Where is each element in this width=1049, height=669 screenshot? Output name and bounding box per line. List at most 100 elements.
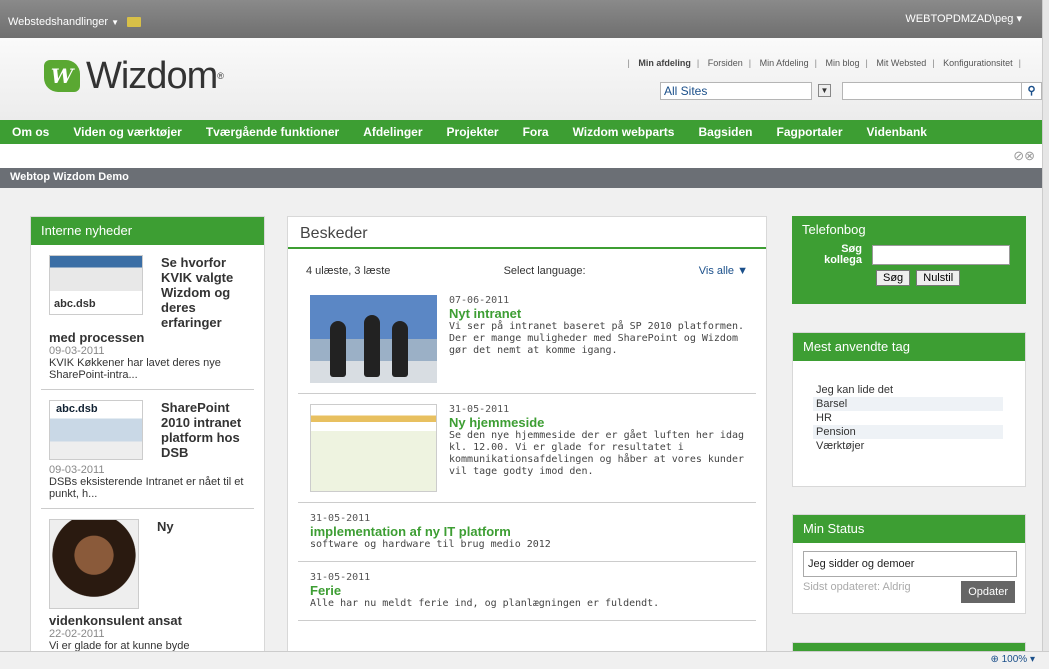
nav-wizdom-webparts[interactable]: Wizdom webparts [561,125,687,139]
message-text: Se den nye hjemmeside der er gået luften… [449,430,745,477]
news-panel-title: Interne nyheder [31,217,264,245]
message-title[interactable]: Ny hjemmeside [449,415,746,430]
site-actions-label: Webstedshandlinger [8,16,109,28]
search-colleague-label: Søg kollega [824,243,862,266]
messages-panel: Beskeder 4 ulæste, 3 læste Select langua… [287,216,767,656]
message-item[interactable]: 31-05-2011 Ferie Alle har nu meldt ferie… [298,562,756,621]
top-navigation: Om os Viden og værktøjer Tværgående funk… [0,120,1042,144]
view-all-label: Vis alle [698,265,735,277]
tags-panel: Mest anvendte tag Jeg kan lide det Barse… [792,332,1026,487]
logo-text: Wizdom [86,54,218,97]
header: W Wizdom ® | Min afdeling | Forsiden | Min … [0,38,1042,120]
news-item[interactable]: abc.dsb Se hvorfor KVIK valgte Wizdom og… [41,245,254,390]
tags-title: Mest anvendte tag [793,333,1025,361]
news-thumbnail[interactable] [49,519,139,609]
search-icon[interactable]: ⚲ [1022,82,1042,100]
news-item[interactable]: abc.dsb SharePoint 2010 intranet platfor… [41,390,254,509]
toplink-min-afdeling-2[interactable]: Min Afdeling [760,58,809,68]
note-icon[interactable]: ⊗ [1024,148,1035,163]
messages-panel-title: Beskeder [288,217,766,249]
top-links: | Min afdeling | Forsiden | Min Afdeling | … [627,58,1021,68]
message-title[interactable]: Ferie [310,583,659,598]
view-all-button[interactable]: Vis alle ▼ [699,265,748,277]
thumbnail-caption: abc.dsb [56,403,98,415]
site-actions-menu[interactable]: Webstedshandlinger ▼ [8,16,142,28]
tag-item[interactable]: HR [813,411,1003,425]
message-title[interactable]: implementation af ny IT platform [310,524,551,539]
news-date: 22-02-2011 [49,628,105,640]
news-summary: KVIK Køkkener har lavet deres nye ShareP… [49,357,221,381]
search-scope-value: All Sites [664,84,708,98]
tag-list: Jeg kan lide det Barsel HR Pension Værkt… [793,361,1025,453]
message-date: 07-06-2011 [449,295,510,306]
nav-afdelinger[interactable]: Afdelinger [351,125,434,139]
nav-om-os[interactable]: Om os [0,125,61,139]
message-text: Alle har nu meldt ferie ind, og planlægn… [310,598,660,609]
reset-button[interactable]: Nulstil [916,270,961,286]
news-date: 09-03-2011 [49,345,105,357]
tag-item[interactable]: Barsel [813,397,1003,411]
status-title: Min Status [793,515,1025,543]
message-item[interactable]: 07-06-2011 Nyt intranet Vi ser på intran… [298,285,756,394]
tag-item[interactable]: Jeg kan lide det [813,383,1003,397]
news-panel: Interne nyheder abc.dsb Se hvorfor KVIK … [30,216,265,656]
tag-icon[interactable]: ⊘ [1013,148,1024,163]
user-menu[interactable]: WEBTOPDMZAD\peg ▾ [905,12,1022,25]
status-input[interactable] [803,551,1017,577]
wizdom-logo-icon: W [44,60,80,92]
news-thumbnail[interactable]: abc.dsb [49,400,143,460]
messages-meta: 4 ulæste, 3 læste Select language: Vis a… [288,249,766,285]
phonebook-panel: Telefonbog Søg kollega Søg Nulstil [792,216,1026,304]
user-name: WEBTOPDMZAD\peg [905,13,1014,25]
search-scope-select[interactable]: All Sites ▼ [660,82,831,100]
folder-icon[interactable] [127,17,142,28]
toplink-mit-websted[interactable]: Mit Websted [876,58,926,68]
search-input[interactable] [842,82,1022,100]
page-tools: ⊘⊗ [1013,148,1035,164]
browser-status-bar: ⊕ 100% ▾ [0,651,1049,669]
phonebook-title: Telefonbog [792,216,1026,242]
zoom-level[interactable]: 100% [1002,654,1028,665]
toplink-min-blog[interactable]: Min blog [826,58,860,68]
search-area: All Sites ▼ ⚲ [660,82,1042,100]
message-item[interactable]: 31-05-2011 implementation af ny IT platf… [298,503,756,562]
news-thumbnail[interactable]: abc.dsb [49,255,143,315]
tag-item[interactable]: Pension [813,425,1003,439]
thumbnail-caption: abc.dsb [54,298,96,310]
nav-fagportaler[interactable]: Fagportaler [765,125,855,139]
tag-item[interactable]: Værktøjer [813,439,1003,453]
update-status-button[interactable]: Opdater [961,581,1015,603]
message-date: 31-05-2011 [449,404,510,415]
site-actions-bar: Webstedshandlinger ▼ WEBTOPDMZAD\peg ▾ [0,0,1042,38]
main-content: Interne nyheder abc.dsb Se hvorfor KVIK … [0,188,1042,663]
nav-projekter[interactable]: Projekter [435,125,511,139]
registered-icon: ® [217,71,224,81]
message-text: Vi ser på intranet baseret på SP 2010 pl… [449,321,745,356]
zoom-icon[interactable]: ⊕ [990,654,998,665]
language-label[interactable]: Select language: [504,265,586,277]
news-date: 09-03-2011 [49,464,105,476]
message-date: 31-05-2011 [310,513,371,524]
news-summary: DSBs eksisterende Intranet er nået til e… [49,476,244,500]
message-title[interactable]: Nyt intranet [449,306,746,321]
nav-videnbank[interactable]: Videnbank [855,125,939,139]
breadcrumb: Webtop Wizdom Demo [0,168,1042,188]
toplink-min-afdeling[interactable]: Min afdeling [638,58,691,68]
nav-bagsiden[interactable]: Bagsiden [686,125,764,139]
news-item[interactable]: Ny videnkonsulent ansat 22-02-2011 Vi er… [41,509,254,655]
toplink-forsiden[interactable]: Forsiden [708,58,743,68]
message-counts: 4 ulæste, 3 læste [306,265,391,277]
website-image [310,404,437,492]
penguins-image [310,295,437,383]
chevron-down-icon[interactable]: ▼ [818,84,831,97]
scrollbar[interactable] [1042,0,1049,651]
nav-viden[interactable]: Viden og værktøjer [61,125,193,139]
colleague-search-input[interactable] [872,245,1010,265]
message-item[interactable]: 31-05-2011 Ny hjemmeside Se den nye hjem… [298,394,756,503]
nav-fora[interactable]: Fora [511,125,561,139]
nav-tvaergaaende[interactable]: Tværgående funktioner [194,125,351,139]
message-date: 31-05-2011 [310,572,371,583]
search-button[interactable]: Søg [876,270,911,286]
logo[interactable]: W Wizdom ® [44,54,224,97]
toplink-konfiguration[interactable]: Konfigurationsitet [943,58,1013,68]
